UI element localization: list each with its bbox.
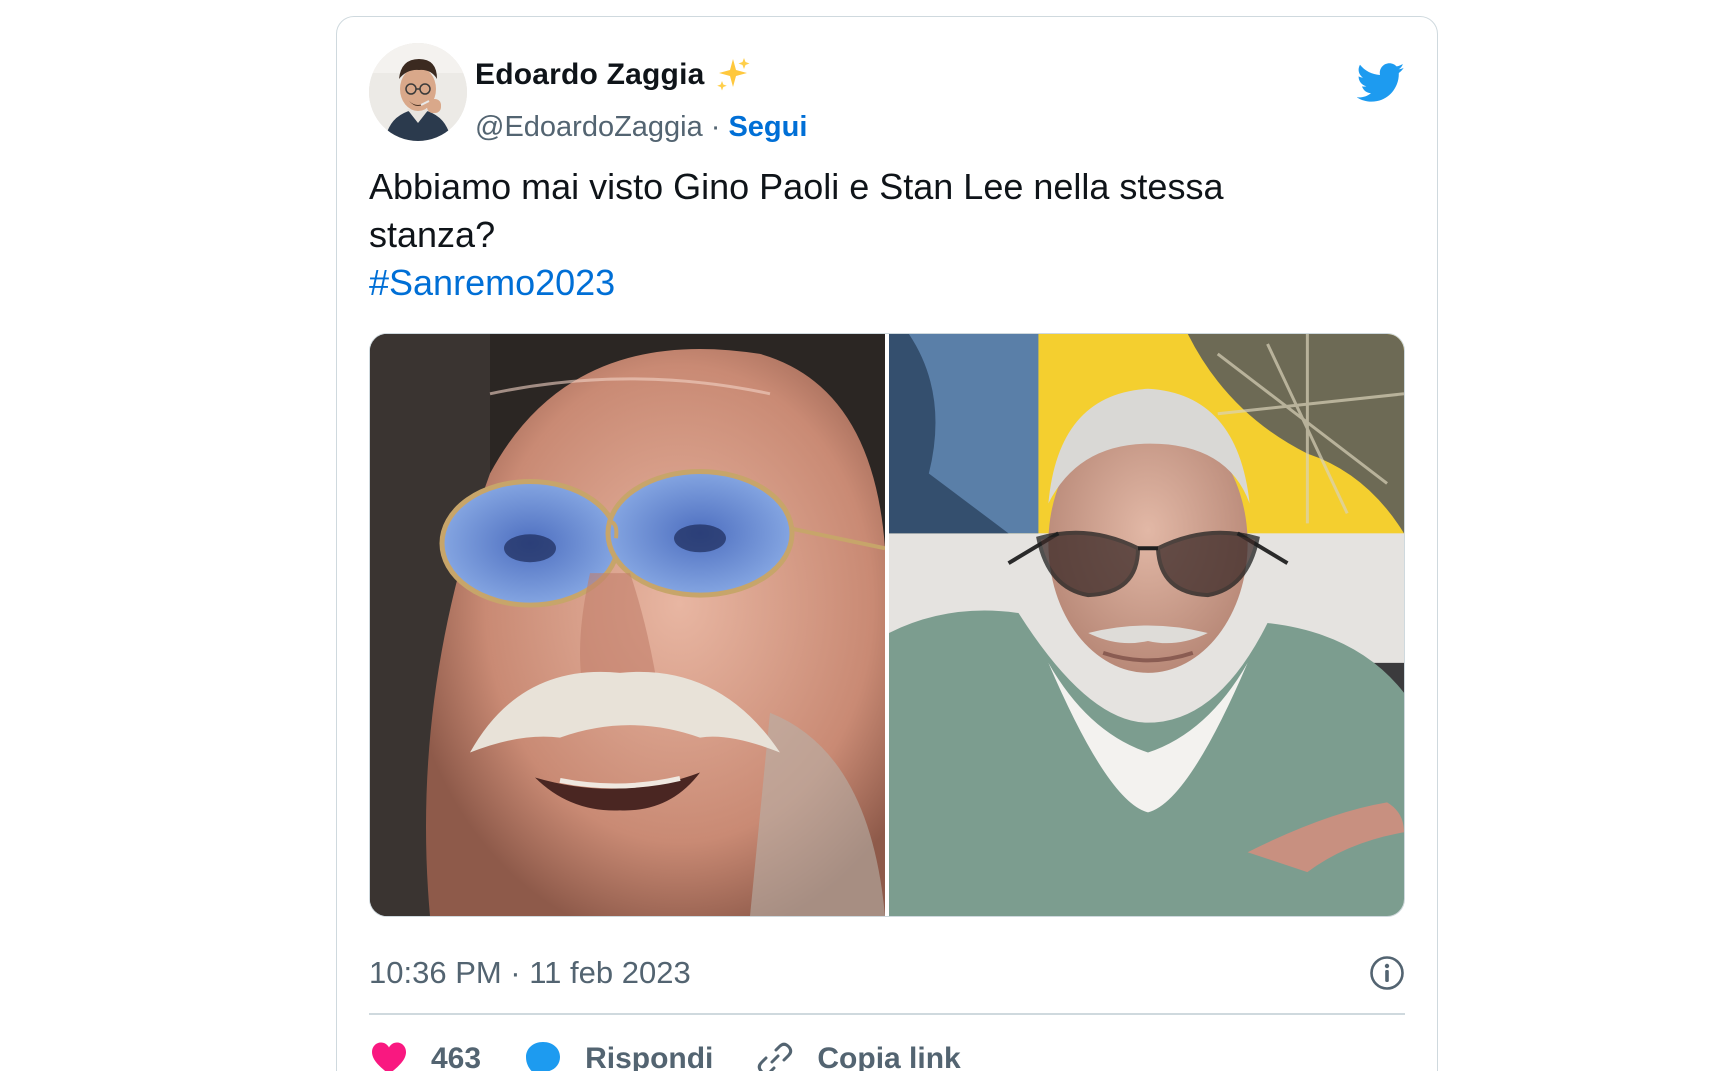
like-count: 463 (431, 1042, 482, 1071)
twitter-bird-icon[interactable] (1357, 63, 1405, 103)
tweet-header: Edoardo Zaggia @EdoardoZaggia · Segui (369, 43, 1405, 143)
heart-icon (372, 1042, 406, 1071)
author-name-row: Edoardo Zaggia (475, 57, 751, 93)
copy-link-label: Copia link (817, 1042, 961, 1071)
handle-separator: · (710, 111, 721, 143)
divider (369, 1013, 1405, 1015)
follow-button[interactable]: Segui (728, 111, 807, 144)
page: Edoardo Zaggia @EdoardoZaggia · Segui Ab… (0, 0, 1711, 1071)
reply-label: Rispondi (585, 1042, 714, 1071)
tweet-text: Abbiamo mai visto Gino Paoli e Stan Lee … (369, 163, 1369, 307)
tweet-embed-card[interactable]: Edoardo Zaggia @EdoardoZaggia · Segui Ab… (336, 16, 1438, 1071)
author-name[interactable]: Edoardo Zaggia (475, 58, 705, 92)
photo-gino-paoli[interactable] (370, 334, 889, 916)
info-icon[interactable] (1369, 955, 1405, 991)
reply-bubble-icon (526, 1042, 561, 1071)
copy-link-button[interactable]: Copia link (755, 1039, 961, 1071)
tweet-meta-row: 10:36 PM · 11 feb 2023 (369, 953, 1405, 993)
tweet-actions: 463 Rispondi Copia link (369, 1035, 1003, 1071)
tweet-media[interactable] (369, 333, 1405, 917)
tweet-timestamp[interactable]: 10:36 PM · 11 feb 2023 (369, 955, 691, 991)
hashtag-link[interactable]: #Sanremo2023 (369, 259, 1369, 307)
sparkles-icon (715, 57, 751, 93)
photo-stan-lee[interactable] (889, 334, 1404, 916)
tweet-text-line: Abbiamo mai visto Gino Paoli e Stan Lee … (369, 166, 1224, 207)
tweet-text-line: stanza? (369, 214, 496, 255)
reply-button[interactable]: Rispondi (523, 1039, 713, 1071)
handle-row: @EdoardoZaggia · Segui (475, 111, 807, 144)
avatar[interactable] (369, 43, 467, 141)
author-handle[interactable]: @EdoardoZaggia (475, 111, 703, 144)
like-button[interactable]: 463 (369, 1039, 481, 1071)
link-icon (758, 1042, 793, 1071)
